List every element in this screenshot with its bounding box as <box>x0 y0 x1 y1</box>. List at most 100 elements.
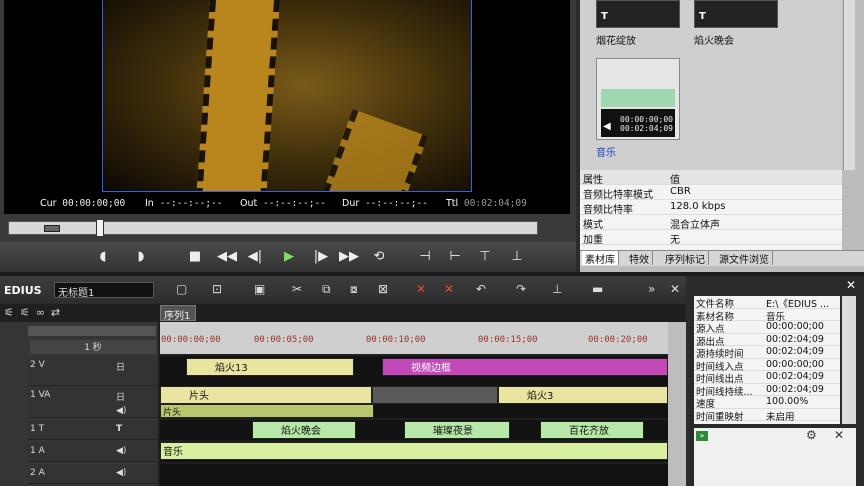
audio-track-icon: ◀) <box>116 406 127 416</box>
stop-icon[interactable]: ■ <box>184 247 206 267</box>
clip-thumb-bonfire[interactable]: T <box>694 0 778 28</box>
tab-effects[interactable]: 特效 <box>626 251 653 266</box>
play-icon[interactable]: ▶ <box>278 247 300 267</box>
tab-sequence[interactable]: 序列1 <box>160 305 196 322</box>
info-row: 速度 100.00% <box>694 396 840 410</box>
clip-va1-audio[interactable]: 片头 <box>160 404 374 418</box>
video-track-icon: 日 <box>116 393 126 403</box>
audio-track-icon: ◀) <box>116 468 127 478</box>
info-row: 文件名称 E:\《EDIUS ... <box>694 296 840 310</box>
bin-scrollbar[interactable] <box>843 0 855 170</box>
project-name: 无标题1 <box>54 282 154 299</box>
track-header-2a[interactable]: 2 A ◀) <box>28 464 158 484</box>
info-scrollbar[interactable] <box>842 296 856 424</box>
shuttle-handle[interactable] <box>44 225 60 232</box>
info-row: 素材名称 音乐 <box>694 309 840 323</box>
effect-delete-icon[interactable]: ✕ <box>834 428 844 442</box>
set-in-icon[interactable]: ◖ <box>92 247 114 267</box>
video-track-icon: 日 <box>116 363 126 373</box>
track-tools-icon[interactable]: ⚟⚟∞⇄ <box>4 306 156 320</box>
ripple-delete-icon[interactable]: ✕ <box>444 282 454 296</box>
effect-settings-icon[interactable]: ⚙ <box>806 428 817 442</box>
info-row: 源入点 00:00:00;00 <box>694 321 840 335</box>
timeline-scrollbar[interactable] <box>668 322 686 486</box>
insert-icon[interactable]: ⊣ <box>414 247 436 267</box>
prev-frame-icon[interactable]: ◀| <box>244 247 266 267</box>
ruler-label: 00:00:20;00 <box>588 335 648 345</box>
marker-icon[interactable]: ⊥ <box>552 282 562 296</box>
loop-icon[interactable]: ⟲ <box>368 247 390 267</box>
track-header-1a[interactable]: 1 A ◀) <box>28 442 158 462</box>
track-header-1t[interactable]: 1 TT <box>28 420 158 440</box>
ruler-label: 00:00:05;00 <box>254 335 314 345</box>
ripple-icon[interactable]: ⊤ <box>474 247 496 267</box>
clip-va1-fire3[interactable]: 焰火3 <box>498 386 668 404</box>
clip-title-bonfire[interactable]: 焰火晚会 <box>252 421 356 439</box>
paste-icon[interactable]: ⧇ <box>350 282 358 297</box>
clip-thumb-fireworks[interactable]: T <box>596 0 680 28</box>
clip-v2-fire13[interactable]: 焰火13 <box>186 358 354 376</box>
lane-2a <box>160 464 668 486</box>
clip-thumb-music[interactable]: 00:00:00;00 00:02:04;09 ◀ <box>596 58 680 140</box>
ruler-label: 00:00:15;00 <box>478 335 538 345</box>
info-row: 源持续时间 00:02:04;09 <box>694 346 840 360</box>
cut-icon[interactable]: ✂ <box>292 282 302 296</box>
clip-title-flowers[interactable]: 百花齐放 <box>540 421 644 439</box>
zoom-slider[interactable] <box>28 326 156 336</box>
ttl-timecode: Ttl 00:02:04;09 <box>446 198 527 209</box>
property-header: 属性值 <box>580 170 842 186</box>
open-icon[interactable]: ⊡ <box>212 282 222 296</box>
next-frame-icon[interactable]: |▶ <box>310 247 332 267</box>
track-header-2v[interactable]: 2 V日 <box>28 356 158 386</box>
effect-toggle-icon[interactable]: » <box>696 431 708 441</box>
set-out-icon[interactable]: ◗ <box>130 247 152 267</box>
property-row: 模式 混合立体声 <box>580 215 842 231</box>
more-icon[interactable]: » <box>648 282 655 296</box>
undo-icon[interactable]: ↶ <box>476 282 486 296</box>
split-icon[interactable]: ⊥ <box>506 247 528 267</box>
scrub-bar[interactable] <box>8 221 538 235</box>
snap-icon[interactable]: ▬ <box>592 282 603 296</box>
in-timecode: In --:--:--;-- <box>145 198 223 209</box>
title-track-icon: T <box>116 424 123 434</box>
app-name: EDIUS <box>4 284 42 297</box>
clip-va1-transition[interactable] <box>372 386 498 404</box>
info-row: 时间线入点 00:00:00;00 <box>694 359 840 373</box>
close-info-icon[interactable]: ✕ <box>846 278 856 292</box>
clip-label-fireworks: 烟花绽放 <box>596 36 636 47</box>
redo-icon[interactable]: ↷ <box>516 282 526 296</box>
property-table: 属性值 音频比特率模式 CBR 音频比特率 128.0 kbps 模式 混合立体声 加… <box>580 170 842 250</box>
dur-timecode: Dur --:--:--;-- <box>342 198 428 209</box>
info-row: 时间重映射 未启用 <box>694 409 840 423</box>
clip-title-night[interactable]: 璀璨夜景 <box>404 421 510 439</box>
delete-icon[interactable]: ✕ <box>416 282 426 296</box>
ruler-label: 00:00:00;00 <box>161 335 221 345</box>
tab-source-browser[interactable]: 源文件浏览 <box>716 251 773 266</box>
rewind-icon[interactable]: ◀◀ <box>216 247 238 267</box>
close-timeline-icon[interactable]: ✕ <box>670 282 680 296</box>
overwrite-icon[interactable]: ⊢ <box>444 247 466 267</box>
property-row: 加重无 <box>580 230 842 246</box>
info-row: 时间线持续... 00:02:04;09 <box>694 384 840 398</box>
clip-audio-music[interactable]: 音乐 <box>160 442 668 460</box>
property-row: 音频比特率模式 CBR <box>580 185 842 201</box>
new-icon[interactable]: ▢ <box>176 282 187 296</box>
audio-track-icon: ◀) <box>116 446 127 456</box>
replace-icon[interactable]: ⊠ <box>378 282 388 296</box>
save-icon[interactable]: ▣ <box>254 282 265 296</box>
tab-bin[interactable]: 素材库 <box>582 251 619 266</box>
clip-label-music: 音乐 <box>596 148 616 159</box>
zoom-scale[interactable]: 1 秒 <box>30 340 156 354</box>
fast-forward-icon[interactable]: ▶▶ <box>338 247 360 267</box>
track-header-1va[interactable]: 1 VA 日 ◀) <box>28 386 158 418</box>
info-table: 文件名称 E:\《EDIUS ... 素材名称 音乐 源入点 00:00:00;00 … <box>694 296 840 424</box>
tab-sequence-markers[interactable]: 序列标记 <box>662 251 709 266</box>
clip-v2-border[interactable]: 视频边框 <box>382 358 668 376</box>
effect-area <box>694 428 856 486</box>
preview-frame <box>102 0 472 192</box>
info-row: 源出点 00:02:04;09 <box>694 334 840 348</box>
cur-timecode: Cur 00:00:00;00 <box>40 198 126 209</box>
copy-icon[interactable]: ⧉ <box>322 282 331 297</box>
scrub-knob[interactable] <box>96 219 104 237</box>
clip-va1-intro[interactable]: 片头 <box>160 386 372 404</box>
